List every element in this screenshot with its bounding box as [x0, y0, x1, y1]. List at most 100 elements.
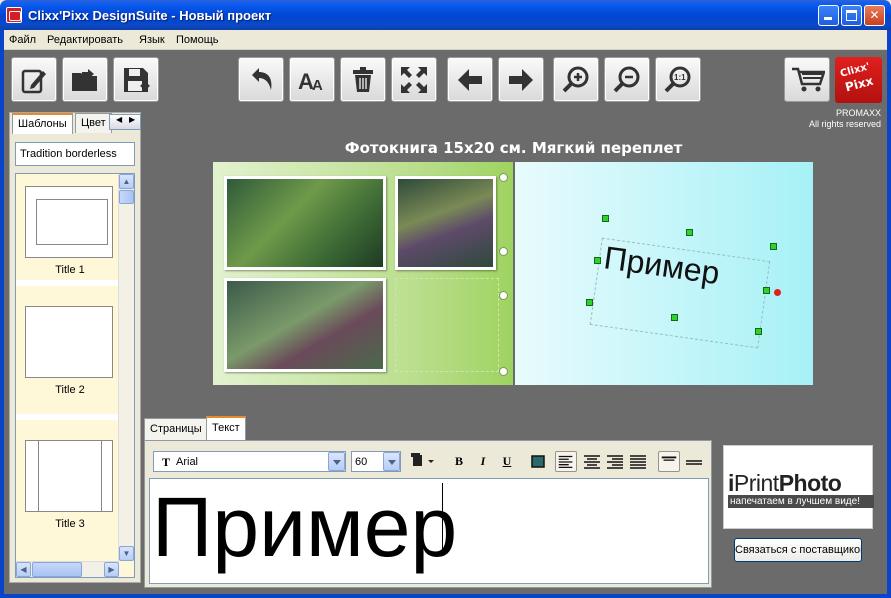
chevron-down-icon[interactable]	[328, 452, 345, 471]
templates-panel: Шаблоны Цвет ◀ ▶ Tradition borderless Ti…	[9, 112, 141, 583]
template-thumbnail	[25, 440, 113, 512]
chevron-right-icon[interactable]: ▶	[129, 115, 135, 124]
tab-pages[interactable]: Страницы	[144, 418, 208, 440]
template-label: Title 2	[55, 384, 85, 396]
text-button[interactable]: A A	[289, 57, 335, 102]
iprintphoto-logo: iPrintPhoto напечатаем в лучшем виде!	[723, 445, 874, 529]
zoom-actual-button[interactable]: 1:1	[655, 57, 701, 102]
resize-handle[interactable]	[686, 229, 693, 236]
background-color-button[interactable]	[527, 451, 549, 472]
fit-button[interactable]	[391, 57, 437, 102]
design-canvas: Фотокнига 15х20 см. Мягкий переплет Прим…	[143, 132, 884, 418]
underline-button[interactable]: U	[496, 451, 518, 472]
scroll-right-icon[interactable]: ▶	[104, 562, 119, 577]
chevron-down-icon[interactable]	[383, 452, 400, 471]
template-list-hscrollbar[interactable]: ◀ ▶	[16, 561, 119, 577]
new-project-button[interactable]	[11, 57, 57, 102]
resize-handle[interactable]	[671, 314, 678, 321]
open-project-button[interactable]	[62, 57, 108, 102]
arrow-left-icon	[458, 69, 482, 91]
bold-button[interactable]: B	[448, 451, 470, 472]
template-list-vscrollbar[interactable]: ▲ ▼	[118, 174, 134, 561]
empty-photo-frame[interactable]	[395, 278, 499, 372]
minimize-button[interactable]	[818, 5, 839, 26]
frame-handle[interactable]	[499, 367, 508, 376]
template-item[interactable]: Title 2	[20, 294, 115, 422]
page-title: Фотокнига 15х20 см. Мягкий переплет	[344, 139, 683, 157]
zoom-in-icon	[562, 66, 589, 93]
justify-button[interactable]	[627, 451, 649, 472]
zoom-in-button[interactable]	[553, 57, 599, 102]
expand-icon	[401, 67, 427, 93]
scroll-thumb[interactable]	[119, 190, 134, 204]
frame-handle[interactable]	[499, 291, 508, 300]
scroll-up-icon[interactable]: ▲	[119, 174, 134, 189]
supplier-tagline: напечатаем в лучшем виде!	[728, 495, 874, 508]
close-button[interactable]: ✕	[864, 5, 885, 26]
photo-coral-3[interactable]	[224, 278, 386, 372]
scroll-left-icon[interactable]: ◀	[16, 562, 31, 577]
text-color-button[interactable]	[408, 451, 438, 472]
next-button[interactable]	[498, 57, 544, 102]
delete-button[interactable]	[340, 57, 386, 102]
template-item[interactable]: Title 3	[20, 428, 115, 556]
chevron-left-icon[interactable]: ◀	[116, 115, 122, 124]
frame-handle[interactable]	[499, 173, 508, 182]
font-icon: T	[162, 455, 171, 469]
tab-scroll-arrows[interactable]: ◀ ▶	[109, 114, 141, 130]
zoom-out-button[interactable]	[604, 57, 650, 102]
template-label: Title 1	[55, 264, 85, 276]
align-right-button[interactable]	[604, 451, 626, 472]
font-family-select[interactable]: T Arial	[153, 451, 346, 472]
previous-button[interactable]	[447, 57, 493, 102]
resize-handle[interactable]	[770, 243, 777, 250]
valign-middle-button[interactable]	[683, 451, 705, 472]
save-project-button[interactable]	[113, 57, 159, 102]
left-page[interactable]	[213, 162, 513, 385]
maximize-button[interactable]	[841, 5, 862, 26]
align-justify-icon	[630, 455, 646, 469]
align-center-button[interactable]	[581, 451, 603, 472]
scroll-thumb[interactable]	[32, 562, 82, 577]
save-disk-icon	[124, 68, 150, 93]
window-border-right	[887, 30, 891, 598]
cart-button[interactable]	[784, 57, 830, 102]
template-style-select[interactable]: Tradition borderless	[15, 142, 135, 166]
valign-top-button[interactable]	[658, 451, 680, 472]
menu-help[interactable]: Помощь	[176, 34, 219, 46]
menu-edit[interactable]: Редактировать	[47, 34, 123, 46]
rotate-handle[interactable]	[774, 289, 781, 296]
text-size-icon: A A	[298, 69, 323, 94]
brand-copyright: PROMAXX All rights reserved	[808, 108, 881, 129]
resize-handle[interactable]	[586, 299, 593, 306]
new-document-icon	[21, 69, 46, 94]
photo-coral-1[interactable]	[224, 176, 386, 270]
tab-color[interactable]: Цвет	[75, 113, 112, 133]
tab-text[interactable]: Текст	[206, 416, 246, 440]
resize-handle[interactable]	[602, 215, 609, 222]
resize-handle[interactable]	[594, 257, 601, 264]
folder-open-icon	[72, 69, 97, 91]
window-title: Clixx'Pixx DesignSuite - Новый проект	[28, 8, 272, 23]
resize-handle[interactable]	[755, 328, 762, 335]
window-border-bottom	[0, 594, 891, 598]
clixxpixx-logo: Clixx' Pixx	[835, 57, 882, 103]
frame-handle[interactable]	[499, 247, 508, 256]
trash-icon	[353, 67, 373, 92]
contact-supplier-button[interactable]: Связаться с поставщиком	[734, 538, 862, 562]
scroll-down-icon[interactable]: ▼	[119, 546, 134, 561]
template-label: Title 3	[55, 518, 85, 530]
italic-button[interactable]: I	[472, 451, 494, 472]
font-size-select[interactable]: 60	[351, 451, 401, 472]
shopping-cart-icon	[792, 67, 825, 92]
align-left-button[interactable]	[555, 451, 577, 472]
tab-templates[interactable]: Шаблоны	[12, 113, 73, 134]
photo-coral-2[interactable]	[395, 176, 496, 270]
text-input[interactable]: Пример	[149, 478, 709, 584]
undo-button[interactable]	[238, 57, 284, 102]
menu-file[interactable]: Файл	[9, 34, 36, 46]
resize-handle[interactable]	[763, 287, 770, 294]
zoom-actual-size-icon: 1:1	[664, 66, 691, 93]
menu-language[interactable]: Язык	[139, 34, 165, 46]
template-separator	[16, 280, 126, 286]
